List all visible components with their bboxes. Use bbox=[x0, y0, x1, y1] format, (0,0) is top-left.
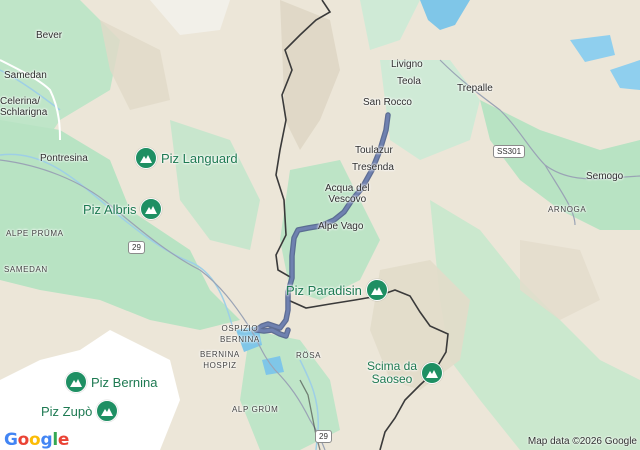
place-label-san-rocco: San Rocco bbox=[363, 97, 412, 108]
road-shield-29: 29 bbox=[128, 241, 145, 254]
peak-piz-albris[interactable]: Piz Albris bbox=[83, 198, 163, 220]
peak-label: Scima da Saoseo bbox=[367, 359, 418, 386]
peak-scima-da-saoseo[interactable]: Scima da Saoseo bbox=[367, 359, 444, 386]
map-view[interactable]: Bever Samedan Celerina/ Schlarigna Pontr… bbox=[0, 0, 640, 450]
forest-area bbox=[360, 0, 420, 50]
place-label-alpe-pruma: ALPE PRÜMA bbox=[6, 229, 64, 238]
peak-label: Piz Paradisin bbox=[286, 282, 362, 298]
peak-label: Piz Albris bbox=[83, 201, 137, 217]
place-label-acqua-del-vescovo: Acqua del Vescovo bbox=[325, 183, 370, 205]
place-label-bernina-hospiz: BERNINA HOSPIZ bbox=[200, 350, 240, 370]
place-label-samedan-caps: SAMEDAN bbox=[4, 265, 48, 274]
place-label-alpe-vago: Alpe Vago bbox=[318, 221, 364, 232]
place-label-toulazur: Toulazur bbox=[355, 145, 393, 156]
glacier-area bbox=[150, 0, 230, 35]
place-label-semogo: Semogo bbox=[586, 171, 624, 182]
peak-label: Piz Zupò bbox=[41, 403, 93, 419]
forest-area bbox=[380, 60, 480, 160]
lake bbox=[570, 35, 615, 62]
terrain-shade bbox=[100, 20, 170, 110]
peak-piz-languard[interactable]: Piz Languard bbox=[135, 147, 238, 169]
place-label-tresenda: Tresenda bbox=[352, 162, 394, 173]
map-attribution[interactable]: Map data ©2026 Google bbox=[528, 436, 637, 447]
road-shield-29: 29 bbox=[315, 430, 332, 443]
forest-area bbox=[170, 120, 260, 250]
place-label-bever: Bever bbox=[36, 30, 63, 41]
place-label-livigno: Livigno bbox=[391, 59, 423, 70]
road-shield-ss301: SS301 bbox=[493, 145, 526, 158]
place-label-arnoga: ARNOGA bbox=[548, 205, 587, 214]
place-label-rosa: RÖSA bbox=[296, 351, 322, 360]
mountain-icon bbox=[65, 371, 87, 393]
mountain-icon bbox=[421, 362, 444, 384]
peak-piz-paradisin[interactable]: Piz Paradisin bbox=[286, 279, 388, 301]
peak-piz-bernina[interactable]: Piz Bernina bbox=[65, 371, 157, 393]
peak-label: Piz Languard bbox=[161, 150, 238, 166]
mountain-icon bbox=[365, 279, 388, 301]
mountain-icon bbox=[140, 198, 163, 220]
place-label-celerina: Celerina/ Schlarigna bbox=[0, 96, 48, 118]
terrain-shade bbox=[280, 0, 340, 150]
lake bbox=[420, 0, 470, 30]
place-label-ospizio-bernina: OSPIZIO BERNINA bbox=[220, 324, 260, 344]
place-label-samedan: Samedan bbox=[4, 70, 47, 81]
google-logo[interactable]: Google bbox=[4, 430, 69, 450]
lake bbox=[610, 60, 640, 90]
peak-label: Piz Bernina bbox=[91, 374, 158, 390]
mountain-icon bbox=[135, 147, 157, 169]
mountain-icon bbox=[96, 400, 119, 422]
peak-piz-zupo[interactable]: Piz Zupò bbox=[41, 400, 119, 422]
place-label-pontresina: Pontresina bbox=[40, 153, 88, 164]
place-label-alp-grum: ALP GRÜM bbox=[232, 405, 279, 414]
place-label-teola: Teola bbox=[397, 76, 421, 87]
place-label-trepalle: Trepalle bbox=[457, 83, 493, 94]
